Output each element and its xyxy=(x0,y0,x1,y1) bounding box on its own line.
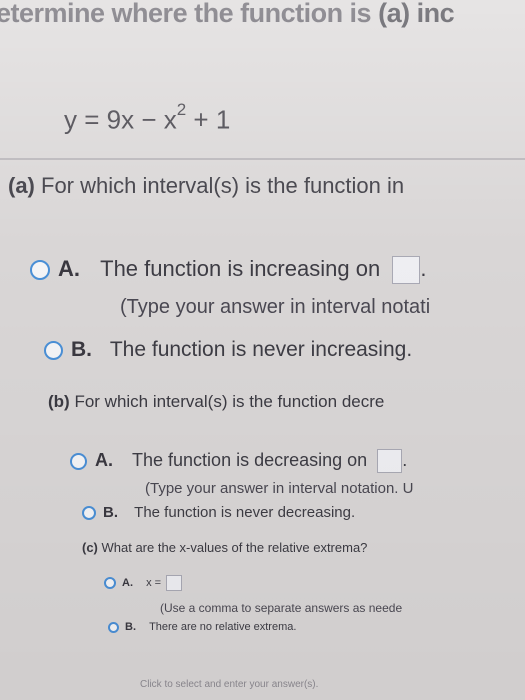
part-b-label: (b) xyxy=(48,392,70,411)
part-c-extrema-input[interactable] xyxy=(166,575,183,591)
part-c-option-a-text: x = xyxy=(146,576,162,589)
instruction-text: etermine where the function is xyxy=(0,0,379,28)
part-c-option-a-letter: A. xyxy=(122,576,133,589)
part-c-label: (c) xyxy=(82,540,98,555)
part-a-option-b-text: The function is never increasing. xyxy=(109,338,413,361)
part-b-option-b-text: The function is never decreasing. xyxy=(134,504,356,521)
instruction-part-a: (a) inc xyxy=(378,0,455,28)
part-c-option-b-radio[interactable] xyxy=(108,621,119,633)
part-b-option-b[interactable]: B. The function is never decreasing. xyxy=(82,504,355,521)
section-divider xyxy=(0,158,525,160)
footer-instruction: Click to select and enter your answer(s)… xyxy=(140,679,319,690)
part-b-option-a-letter: A. xyxy=(95,449,113,470)
equation-rhs: + 1 xyxy=(186,104,231,135)
equation-lhs: y = 9x − x xyxy=(64,104,177,135)
part-b-option-a-text: The function is decreasing on xyxy=(132,449,368,470)
part-b-question-text: For which interval(s) is the function de… xyxy=(69,392,385,411)
part-a-interval-input[interactable] xyxy=(392,256,421,285)
part-c-option-a-hint: (Use a comma to separate answers as need… xyxy=(160,601,403,615)
part-b-option-b-letter: B. xyxy=(103,504,118,521)
function-equation: y = 9x − x2 + 1 xyxy=(64,100,231,136)
part-b-option-b-radio[interactable] xyxy=(82,506,96,521)
part-a-option-b-letter: B. xyxy=(71,338,92,361)
instruction-heading: etermine where the function is (a) inc xyxy=(0,0,455,29)
part-b-option-a-hint: (Type your answer in interval notation. … xyxy=(145,480,414,497)
part-a-option-b[interactable]: B. The function is never increasing. xyxy=(44,338,412,362)
part-c-option-b[interactable]: B. There are no relative extrema. xyxy=(108,621,296,633)
part-b-interval-input[interactable] xyxy=(377,449,403,473)
part-c-option-b-letter: B. xyxy=(125,621,136,633)
part-c-question: (c) What are the x-values of the relativ… xyxy=(82,540,367,555)
part-a-question-text: For which interval(s) is the function in xyxy=(34,173,405,198)
part-a-option-a[interactable]: A. The function is increasing on . xyxy=(30,256,426,285)
part-a-option-b-radio[interactable] xyxy=(44,340,63,360)
part-c-option-a-radio[interactable] xyxy=(104,577,116,589)
part-c-option-a[interactable]: A. x = xyxy=(104,575,183,591)
part-c-option-b-text: There are no relative extrema. xyxy=(149,621,297,633)
part-a-question: (a) For which interval(s) is the functio… xyxy=(8,173,404,199)
part-b-option-a-radio[interactable] xyxy=(70,452,87,470)
part-a-option-a-radio[interactable] xyxy=(30,260,50,281)
part-b-option-a[interactable]: A. The function is decreasing on . xyxy=(70,449,407,473)
part-a-option-a-hint: (Type your answer in interval notati xyxy=(120,296,431,318)
part-c-question-text: What are the x-values of the relative ex… xyxy=(97,540,368,555)
part-a-option-a-letter: A. xyxy=(58,256,80,281)
equation-exponent: 2 xyxy=(176,100,187,119)
part-a-label: (a) xyxy=(8,173,35,198)
part-b-question: (b) For which interval(s) is the functio… xyxy=(48,392,384,412)
part-a-option-a-text: The function is increasing on xyxy=(100,256,381,281)
